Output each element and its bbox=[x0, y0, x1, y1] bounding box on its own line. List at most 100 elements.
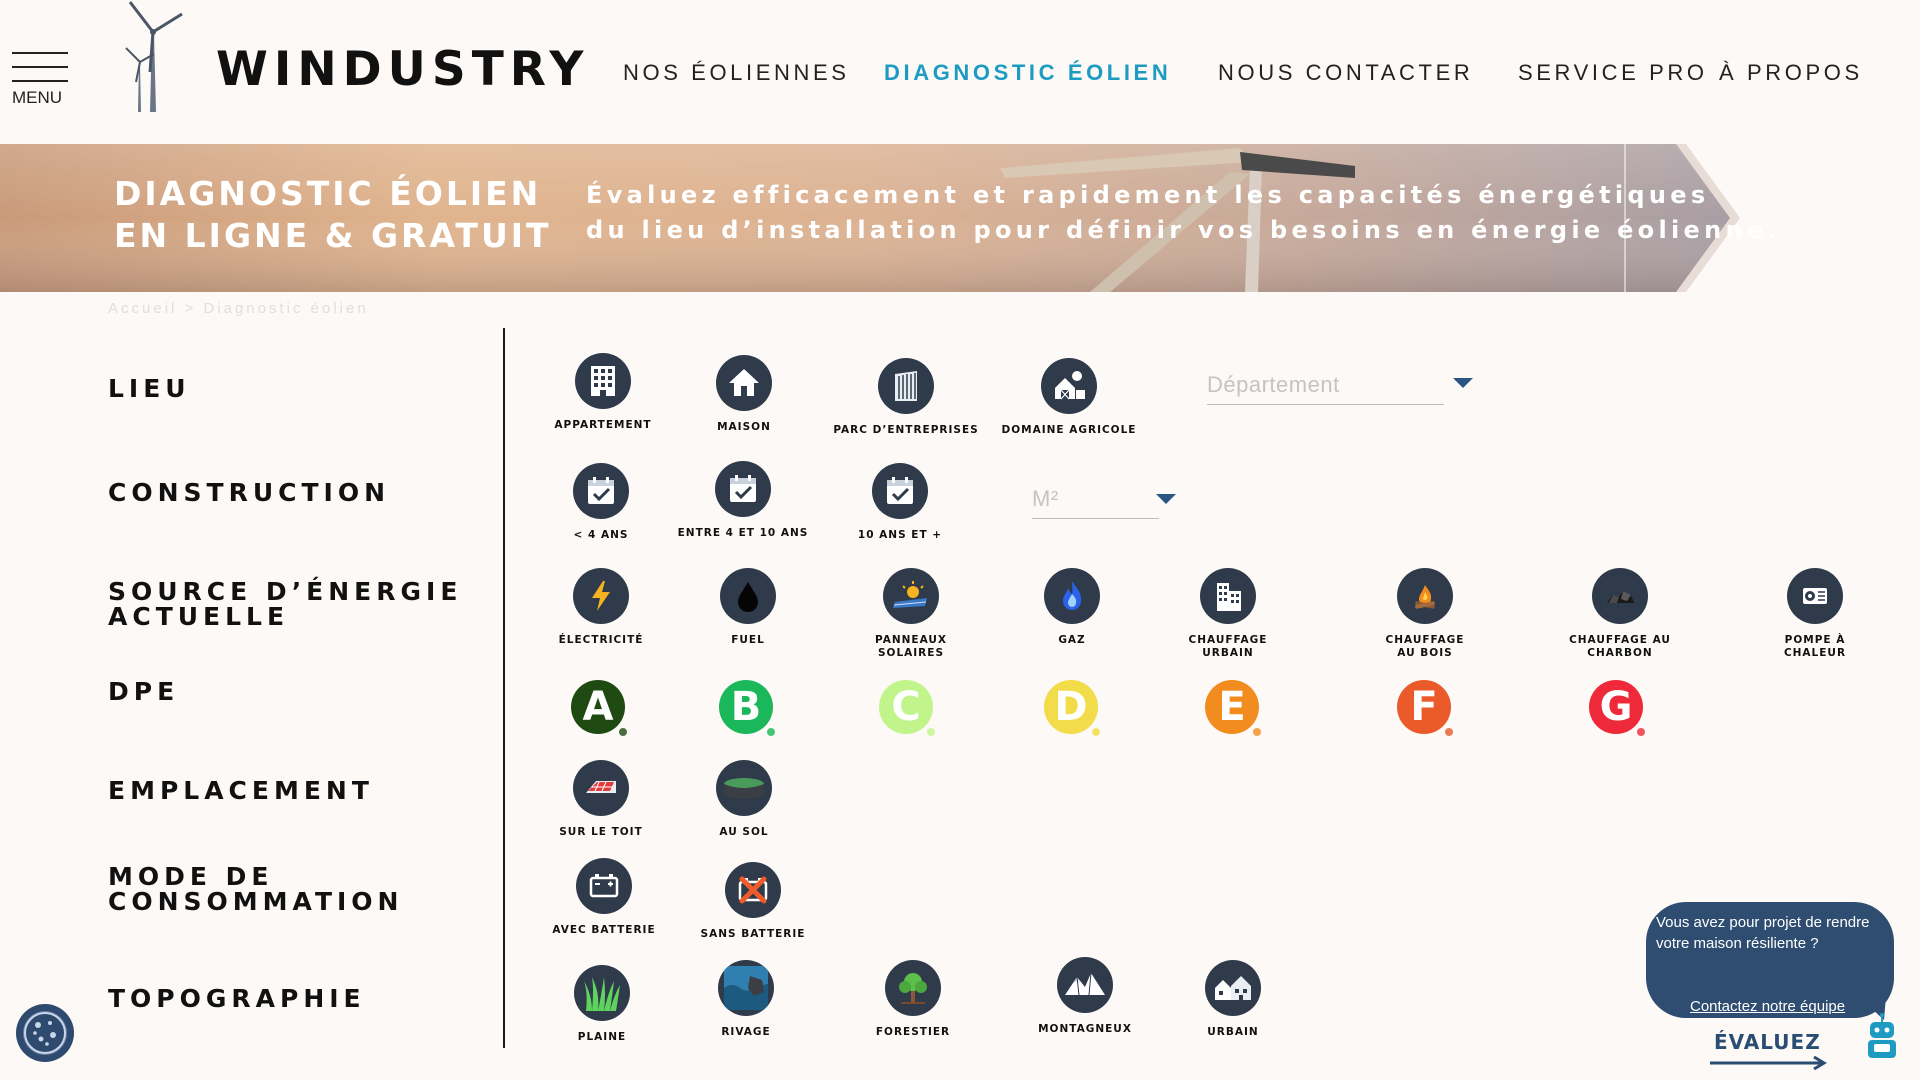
menu-button[interactable]: MENU bbox=[12, 52, 68, 112]
solar-panel-icon bbox=[883, 568, 939, 624]
dpe-c-button[interactable]: C bbox=[879, 680, 935, 736]
option-label: URBAIN bbox=[1207, 1026, 1259, 1038]
dpe-d-button[interactable]: D bbox=[1044, 680, 1100, 736]
campfire-icon bbox=[1397, 568, 1453, 624]
option-label: CHAUFFAGE URBAIN bbox=[1148, 634, 1308, 660]
office-building-icon bbox=[878, 358, 934, 414]
menu-label: MENU bbox=[12, 88, 63, 107]
dpe-b-button[interactable]: B bbox=[719, 680, 775, 736]
banner-subtitle-line2: du lieu d’installation pour définir vos … bbox=[586, 216, 1781, 244]
section-construction: CONSTRUCTION bbox=[108, 478, 391, 507]
option-gaz[interactable]: GAZ bbox=[992, 568, 1152, 647]
option-au-sol[interactable]: AU SOL bbox=[664, 760, 824, 839]
dpe-f-button[interactable]: F bbox=[1397, 680, 1453, 736]
option-avec-batterie[interactable]: AVEC BATTERIE bbox=[524, 858, 684, 937]
option-label: PLAINE bbox=[577, 1031, 627, 1043]
option-fuel[interactable]: FUEL bbox=[668, 568, 828, 647]
nav-nos-eoliennes[interactable]: NOS ÉOLIENNES bbox=[623, 60, 850, 86]
option-chauffage-bois[interactable]: CHAUFFAGE AU BOIS bbox=[1345, 568, 1505, 660]
option-4-10-ans[interactable]: ENTRE 4 ET 10 ANS bbox=[663, 461, 823, 540]
cookie-icon[interactable] bbox=[16, 1004, 74, 1062]
contact-text: Vous avez pour projet de rendre votre ma… bbox=[1656, 914, 1870, 952]
option-label: DOMAINE AGRICOLE bbox=[1001, 424, 1137, 436]
option-urbain[interactable]: URBAIN bbox=[1153, 960, 1313, 1039]
arrow-right-icon bbox=[1710, 1056, 1827, 1070]
section-topographie: TOPOGRAPHIE bbox=[108, 984, 366, 1013]
tree-icon bbox=[885, 960, 941, 1016]
departement-select[interactable]: Département bbox=[1207, 372, 1473, 412]
option-label: AVEC BATTERIE bbox=[552, 924, 656, 936]
option-parc-entreprises[interactable]: PARC D’ENTREPRISES bbox=[826, 358, 986, 437]
option-label: POMPE À CHALEUR bbox=[1735, 634, 1895, 660]
option-label: MONTAGNEUX bbox=[1038, 1023, 1132, 1035]
gas-flame-icon bbox=[1044, 568, 1100, 624]
option-label-line1: CHAUFFAGE bbox=[1188, 634, 1268, 646]
calendar-check-icon bbox=[872, 463, 928, 519]
section-lieu: LIEU bbox=[108, 374, 191, 403]
evaluez-button[interactable]: ÉVALUEZ bbox=[1714, 1030, 1821, 1054]
option-label-line1: ÉLECTRICITÉ bbox=[558, 634, 644, 646]
option-chauffage-charbon[interactable]: CHAUFFAGE AU CHARBON bbox=[1540, 568, 1700, 660]
section-source-energie: SOURCE D’ÉNERGIE ACTUELLE bbox=[108, 579, 462, 629]
section-dpe: DPE bbox=[108, 677, 180, 706]
option-label: FUEL bbox=[668, 634, 828, 647]
section-source-line2: ACTUELLE bbox=[108, 602, 290, 631]
option-label: ÉLECTRICITÉ bbox=[521, 634, 681, 647]
option-chauffage-urbain[interactable]: CHAUFFAGE URBAIN bbox=[1148, 568, 1308, 660]
option-label-line1: GAZ bbox=[1058, 634, 1086, 646]
battery-crossed-icon bbox=[725, 862, 781, 918]
urban-houses-icon bbox=[1205, 960, 1261, 1016]
option-montagneux[interactable]: MONTAGNEUX bbox=[1005, 957, 1165, 1036]
robot-assistant-icon[interactable] bbox=[1862, 1012, 1902, 1062]
option-pompe-chaleur[interactable]: POMPE À CHALEUR bbox=[1735, 568, 1895, 660]
option-moins-4-ans[interactable]: < 4 ANS bbox=[521, 463, 681, 542]
option-sur-le-toit[interactable]: SUR LE TOIT bbox=[521, 760, 681, 839]
option-domaine-agricole[interactable]: DOMAINE AGRICOLE bbox=[989, 358, 1149, 437]
wind-turbine-icon bbox=[125, 1, 183, 112]
option-label: MAISON bbox=[717, 421, 771, 433]
option-maison[interactable]: MAISON bbox=[664, 355, 824, 434]
option-forestier[interactable]: FORESTIER bbox=[833, 960, 993, 1039]
banner-subtitle-line1: Évaluez efficacement et rapidement les c… bbox=[586, 181, 1710, 209]
contact-team-link[interactable]: Contactez notre équipe bbox=[1690, 996, 1845, 1017]
option-label: CHAUFFAGE AU CHARBON bbox=[1540, 634, 1700, 660]
shore-icon bbox=[718, 960, 774, 1016]
option-label: PANNEAUX SOLAIRES bbox=[831, 634, 991, 660]
nav-service-pro[interactable]: SERVICE PRO bbox=[1518, 60, 1708, 86]
option-label: < 4 ANS bbox=[573, 529, 629, 541]
option-label: ENTRE 4 ET 10 ANS bbox=[677, 527, 809, 539]
surface-select[interactable]: M² bbox=[1032, 486, 1182, 526]
dpe-g-button[interactable]: G bbox=[1589, 680, 1645, 736]
option-appartement[interactable]: APPARTEMENT bbox=[523, 353, 683, 432]
option-label-line1: CHAUFFAGE bbox=[1385, 634, 1465, 646]
oil-drop-icon bbox=[720, 568, 776, 624]
nav-diagnostic-eolien[interactable]: DIAGNOSTIC ÉOLIEN bbox=[884, 60, 1171, 86]
apartment-building-icon bbox=[575, 353, 631, 409]
option-label: SANS BATTERIE bbox=[700, 928, 806, 940]
nav-nous-contacter[interactable]: NOUS CONTACTER bbox=[1218, 60, 1473, 86]
nav-a-propos[interactable]: À PROPOS bbox=[1719, 60, 1863, 86]
option-label-line1: FUEL bbox=[731, 634, 765, 646]
option-rivage[interactable]: RIVAGE bbox=[666, 960, 826, 1039]
section-emplacement: EMPLACEMENT bbox=[108, 776, 374, 805]
section-mode-consommation: MODE DE CONSOMMATION bbox=[108, 864, 403, 914]
roof-icon bbox=[573, 760, 629, 816]
option-sans-batterie[interactable]: SANS BATTERIE bbox=[673, 862, 833, 941]
dpe-e-button[interactable]: E bbox=[1205, 680, 1261, 736]
option-electricite[interactable]: ÉLECTRICITÉ bbox=[521, 568, 681, 647]
option-label: FORESTIER bbox=[875, 1026, 951, 1038]
section-divider bbox=[503, 328, 505, 1048]
breadcrumb[interactable]: Accueil > Diagnostic éolien bbox=[108, 300, 369, 317]
ground-icon bbox=[716, 760, 772, 816]
grass-icon bbox=[574, 965, 630, 1021]
select-underline bbox=[1032, 518, 1159, 519]
brand-logo[interactable]: WINDUSTRY bbox=[216, 42, 589, 97]
option-label-line2: URBAIN bbox=[1202, 647, 1254, 659]
option-10-ans-plus[interactable]: 10 ANS ET + bbox=[820, 463, 980, 542]
dpe-a-button[interactable]: A bbox=[571, 680, 627, 736]
option-label: 10 ANS ET + bbox=[857, 529, 943, 541]
option-panneaux-solaires[interactable]: PANNEAUX SOLAIRES bbox=[831, 568, 991, 660]
option-plaine[interactable]: PLAINE bbox=[522, 965, 682, 1044]
option-label-line1: CHAUFFAGE AU bbox=[1569, 634, 1671, 646]
option-label: PARC D’ENTREPRISES bbox=[833, 424, 979, 436]
